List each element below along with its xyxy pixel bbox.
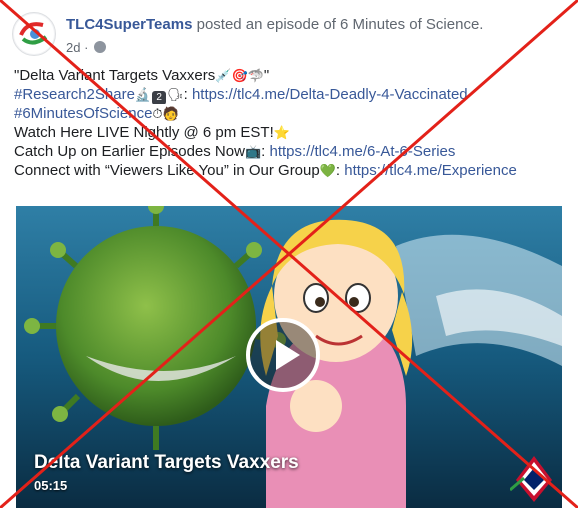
video-player[interactable]: Delta Variant Targets Vaxxers 05:15 (16, 206, 562, 508)
speaking-head-emoji: 🗣 (167, 87, 184, 102)
connect-text: Connect with “Viewers Like You” in Our G… (14, 162, 320, 179)
watch-text: Watch Here LIVE Nightly @ 6 pm EST! (14, 124, 274, 141)
stopwatch-emoji: ⏱ (152, 106, 163, 121)
meta-separator: · (80, 40, 93, 55)
post-header: TLC4SuperTeams posted an episode of 6 Mi… (12, 12, 566, 62)
catchup-text: Catch Up on Earlier Episodes Now (14, 143, 245, 160)
post-author-line: TLC4SuperTeams posted an episode of 6 Mi… (66, 16, 483, 33)
post-line-watch: Watch Here LIVE Nightly @ 6 pm EST!⭐ (14, 123, 570, 142)
page-avatar[interactable] (12, 12, 56, 56)
post-line-research: #Research2Share🔬 2 🗣: https://tlc4.me/Delt… (14, 85, 570, 104)
play-button[interactable] (246, 318, 320, 392)
page-name-link[interactable]: TLC4SuperTeams (66, 16, 192, 33)
post-meta: 2d · (66, 40, 107, 55)
video-title[interactable]: Delta Variant Targets Vaxxers (34, 452, 299, 474)
star-emoji: ⭐ (273, 125, 290, 140)
post-line-catchup: Catch Up on Earlier Episodes Now📺: https… (14, 142, 570, 161)
globe-icon (94, 41, 107, 53)
title-end-quote: " (263, 67, 270, 84)
target-emoji: 🎯 (231, 68, 248, 83)
play-icon (276, 340, 300, 370)
link-delta-deadly[interactable]: https://tlc4.me/Delta-Deadly-4-Vaccinate… (192, 86, 468, 103)
number-2-emoji: 2 (152, 91, 167, 104)
post-text: "Delta Variant Targets Vaxxers💉🎯🦈" #Rese… (14, 66, 570, 180)
flag-badge-icon (510, 456, 552, 502)
posted-text: posted an episode of 6 Minutes of Scienc… (192, 16, 484, 33)
shark-emoji: 🦈 (247, 68, 264, 83)
post-timestamp[interactable]: 2d (66, 40, 80, 55)
link-experience[interactable]: https://tlc4.me/Experience (344, 162, 517, 179)
link-series[interactable]: https://tlc4.me/6-At-6-Series (269, 143, 455, 160)
title-text: "Delta Variant Targets Vaxxers (14, 67, 216, 84)
tv-emoji: 📺 (244, 144, 262, 159)
post-line-hashtag: #6MinutesOfScience⏱🧑 (14, 104, 570, 123)
post-line-connect: Connect with “Viewers Like You” in Our G… (14, 161, 570, 180)
hashtag-6minutesofscience[interactable]: #6MinutesOfScience (14, 105, 152, 122)
video-duration: 05:15 (34, 478, 68, 493)
post-line-title: "Delta Variant Targets Vaxxers💉🎯🦈" (14, 66, 570, 85)
microscope-emoji: 🔬 (134, 87, 152, 102)
syringe-emoji: 💉 (215, 68, 232, 83)
connect-separator: : (335, 162, 345, 179)
scientist-emoji: 🧑 (162, 106, 179, 121)
colon-separator: : (183, 86, 192, 103)
hashtag-research2share[interactable]: #Research2Share (14, 86, 135, 103)
green-heart-emoji: 💚 (319, 163, 336, 178)
